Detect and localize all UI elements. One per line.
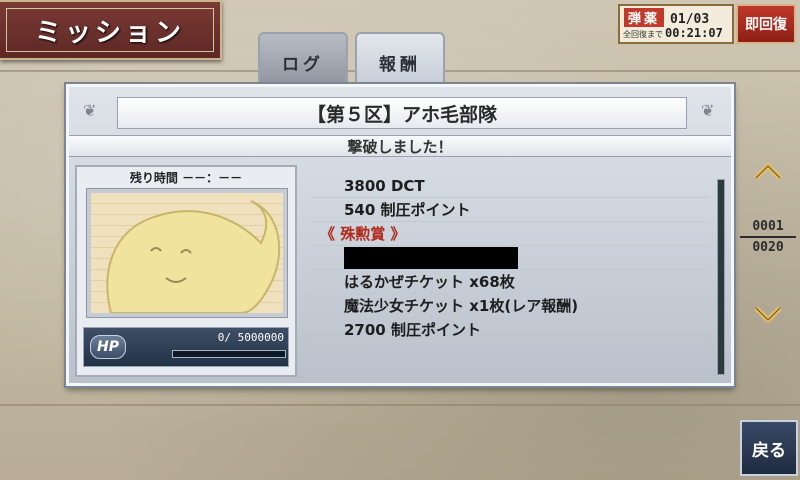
- hp-badge: HP: [90, 335, 126, 359]
- page-indicator: 0001 0020: [740, 219, 796, 255]
- boss-card: 残り時間 －－：－－ HP 0/ 5000000: [75, 165, 297, 377]
- ornament-left-icon: ❦: [83, 101, 97, 120]
- ornament-right-icon: ❦: [701, 101, 715, 120]
- tab-log[interactable]: ログ: [258, 32, 348, 88]
- mission-title-plate: ミッション: [0, 0, 222, 60]
- reward-scrollbar[interactable]: [717, 179, 725, 375]
- boss-portrait-frame: [86, 188, 288, 318]
- recovery-timer: 00:21:07: [665, 26, 723, 40]
- remaining-time-label: 残り時間: [129, 171, 178, 185]
- list-item: 3800 DCT: [312, 174, 708, 198]
- hp-gauge: HP 0/ 5000000: [83, 327, 289, 367]
- tab-reward[interactable]: 報酬: [355, 32, 445, 88]
- scroll-up-icon[interactable]: [752, 160, 784, 184]
- back-button[interactable]: 戻る: [740, 420, 798, 476]
- page-title: ミッション: [6, 8, 214, 52]
- list-item: 魔法少女チケット x1枚(レア報酬): [312, 294, 708, 318]
- defeat-status: 撃破しました！: [69, 135, 731, 157]
- hp-values: 0/ 5000000: [217, 331, 284, 344]
- ammo-label: 弾薬: [624, 8, 665, 27]
- ammo-status: 弾薬 01/03 全回復まで 00:21:07: [618, 4, 734, 44]
- remaining-time-value: －－：－－: [182, 171, 243, 185]
- page-current: 0001: [752, 219, 784, 234]
- ammo-count: 01/03: [670, 12, 710, 27]
- redacted-block: [344, 246, 518, 269]
- list-item: 540 制圧ポイント: [312, 198, 708, 222]
- reward-section-header: 《 殊勲賞 》: [312, 222, 708, 246]
- mission-name: 【第５区】アホ毛部隊: [117, 97, 687, 129]
- page-divider: [740, 236, 796, 238]
- page-total: 0020: [752, 240, 784, 255]
- list-item-redacted: [312, 246, 708, 270]
- remaining-time: 残り時間 －－：－－: [83, 169, 289, 187]
- boss-portrait-image: [106, 200, 281, 313]
- scroll-down-icon[interactable]: [752, 302, 784, 326]
- full-recovery-label: 全回復まで: [623, 30, 663, 39]
- instant-recovery-button[interactable]: 即回復: [736, 4, 796, 44]
- background-line: [0, 404, 800, 406]
- list-item: 2700 制圧ポイント: [312, 318, 708, 342]
- reward-list: 3800 DCT 540 制圧ポイント 《 殊勲賞 》 はるかぜチケット x68…: [312, 174, 708, 374]
- hp-bar: [172, 350, 286, 358]
- list-item: はるかぜチケット x68枚: [312, 270, 708, 294]
